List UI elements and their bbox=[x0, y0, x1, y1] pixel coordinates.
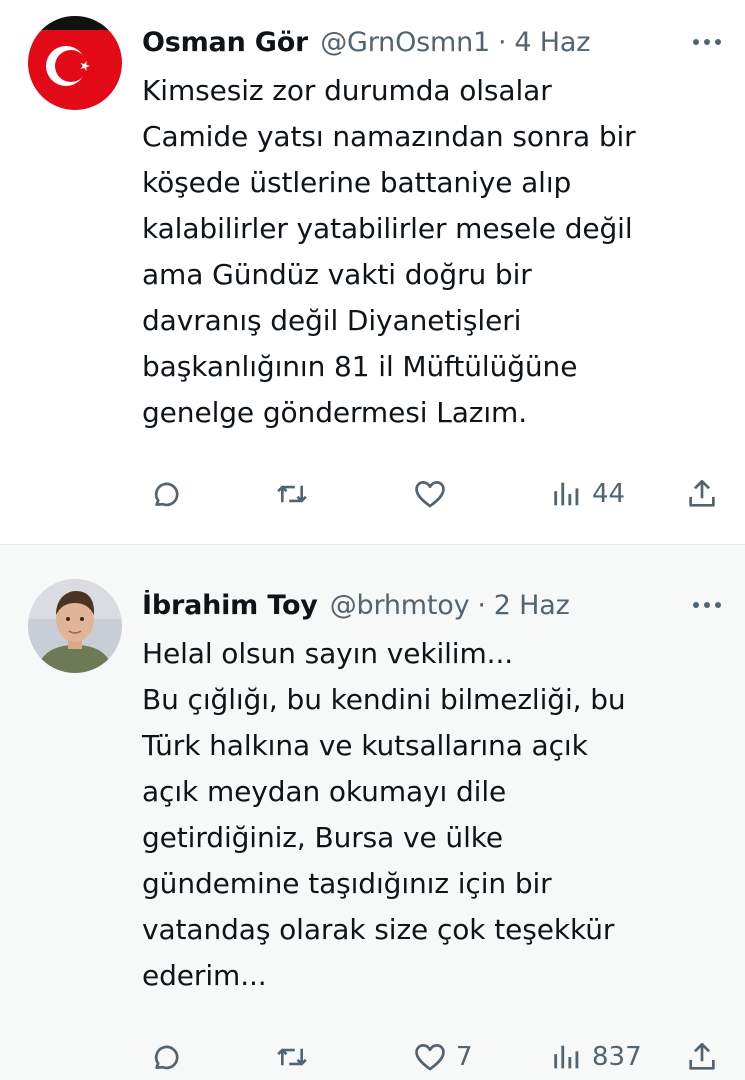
reply-icon bbox=[154, 482, 179, 507]
user-handle[interactable]: @GrnOsmn1 bbox=[320, 27, 490, 58]
tweet-text-line: Kimsesiz zor durumda olsalar bbox=[142, 74, 552, 107]
avatar[interactable] bbox=[28, 16, 122, 110]
tweet-text-line: genelge göndermesi Lazım. bbox=[142, 396, 528, 429]
more-button[interactable] bbox=[687, 24, 727, 60]
tweet-text-line: gündemine taşıdığınız için bir bbox=[142, 867, 552, 900]
like-button[interactable]: 7 bbox=[412, 1033, 473, 1080]
profile-photo-icon bbox=[28, 579, 122, 673]
views-button[interactable]: 837 bbox=[550, 1033, 642, 1080]
tweet-text-line: Türk halkına ve kutsallarına açık bbox=[142, 729, 588, 762]
tweet[interactable]: İbrahim Toy @brhmtoy · 2 Haz Helal olsun… bbox=[0, 545, 745, 1080]
like-icon bbox=[415, 1044, 445, 1071]
more-icon bbox=[693, 602, 721, 608]
display-name[interactable]: Osman Gör bbox=[142, 27, 308, 58]
tweet-text-line: kalabilirler yatabilirler mesele değil bbox=[142, 212, 633, 245]
share-icon bbox=[689, 479, 715, 507]
tweet-text: Kimsesiz zor durumda olsalar Camide yats… bbox=[142, 68, 723, 436]
views-icon bbox=[554, 482, 579, 506]
retweet-icon bbox=[277, 485, 307, 503]
view-count: 44 bbox=[592, 479, 626, 509]
tweet-header: Osman Gör @GrnOsmn1 · 4 Haz bbox=[142, 22, 727, 62]
avatar[interactable] bbox=[28, 579, 122, 673]
action-bar: 44 bbox=[140, 470, 727, 518]
separator-dot: · bbox=[498, 26, 507, 58]
views-button[interactable]: 44 bbox=[550, 470, 625, 518]
tweet-text-line: köşede üstlerine battaniye alıp bbox=[142, 166, 572, 199]
tweet-text-line: getirdiğiniz, Bursa ve ülke bbox=[142, 821, 503, 854]
reply-button[interactable] bbox=[146, 470, 180, 518]
timestamp[interactable]: 4 Haz bbox=[514, 27, 590, 58]
timestamp[interactable]: 2 Haz bbox=[494, 590, 570, 621]
separator-dot: · bbox=[477, 589, 486, 621]
tweet-header: İbrahim Toy @brhmtoy · 2 Haz bbox=[142, 585, 727, 625]
tweet-text-line: Camide yatsı namazından sonra bir bbox=[142, 120, 636, 153]
share-button[interactable] bbox=[685, 470, 719, 518]
retweet-button[interactable] bbox=[274, 1033, 310, 1080]
share-button[interactable] bbox=[685, 1033, 719, 1080]
tweet-text-line: davranış değil Diyanetişleri bbox=[142, 304, 522, 337]
tweet[interactable]: Osman Gör @GrnOsmn1 · 4 Haz Kimsesiz zor… bbox=[0, 0, 745, 545]
retweet-icon bbox=[277, 1048, 307, 1066]
like-count: 7 bbox=[456, 1042, 473, 1072]
tweet-text-line: ederim... bbox=[142, 959, 267, 992]
like-button[interactable] bbox=[412, 470, 456, 518]
tweet-text-line: Bu çığlığı, bu kendini bilmezliği, bu bbox=[142, 683, 626, 716]
display-name[interactable]: İbrahim Toy bbox=[142, 590, 318, 621]
tweet-text-line: başkanlığının 81 il Müftülüğüne bbox=[142, 350, 578, 383]
tweet-text-line: vatandaş olarak size çok teşekkür bbox=[142, 913, 615, 946]
tweet-text: Helal olsun sayın vekilim... Bu çığlığı,… bbox=[142, 631, 723, 999]
reply-button[interactable] bbox=[146, 1033, 180, 1080]
views-icon bbox=[554, 1045, 579, 1069]
tweet-text-line: ama Gündüz vakti doğru bir bbox=[142, 258, 532, 291]
reply-icon bbox=[154, 1045, 179, 1070]
more-button[interactable] bbox=[687, 587, 727, 623]
action-bar: 7 837 bbox=[140, 1033, 727, 1080]
share-icon bbox=[689, 1042, 715, 1070]
tweet-text-line: açık meydan okumayı dile bbox=[142, 775, 507, 808]
view-count: 837 bbox=[592, 1042, 642, 1072]
tweet-text-line: Helal olsun sayın vekilim... bbox=[142, 637, 514, 670]
more-icon bbox=[693, 39, 721, 45]
tweet-feed: Osman Gör @GrnOsmn1 · 4 Haz Kimsesiz zor… bbox=[0, 0, 745, 1080]
retweet-button[interactable] bbox=[274, 470, 310, 518]
turkish-flag-icon bbox=[28, 16, 122, 110]
like-icon bbox=[415, 481, 445, 508]
user-handle[interactable]: @brhmtoy bbox=[330, 590, 470, 621]
